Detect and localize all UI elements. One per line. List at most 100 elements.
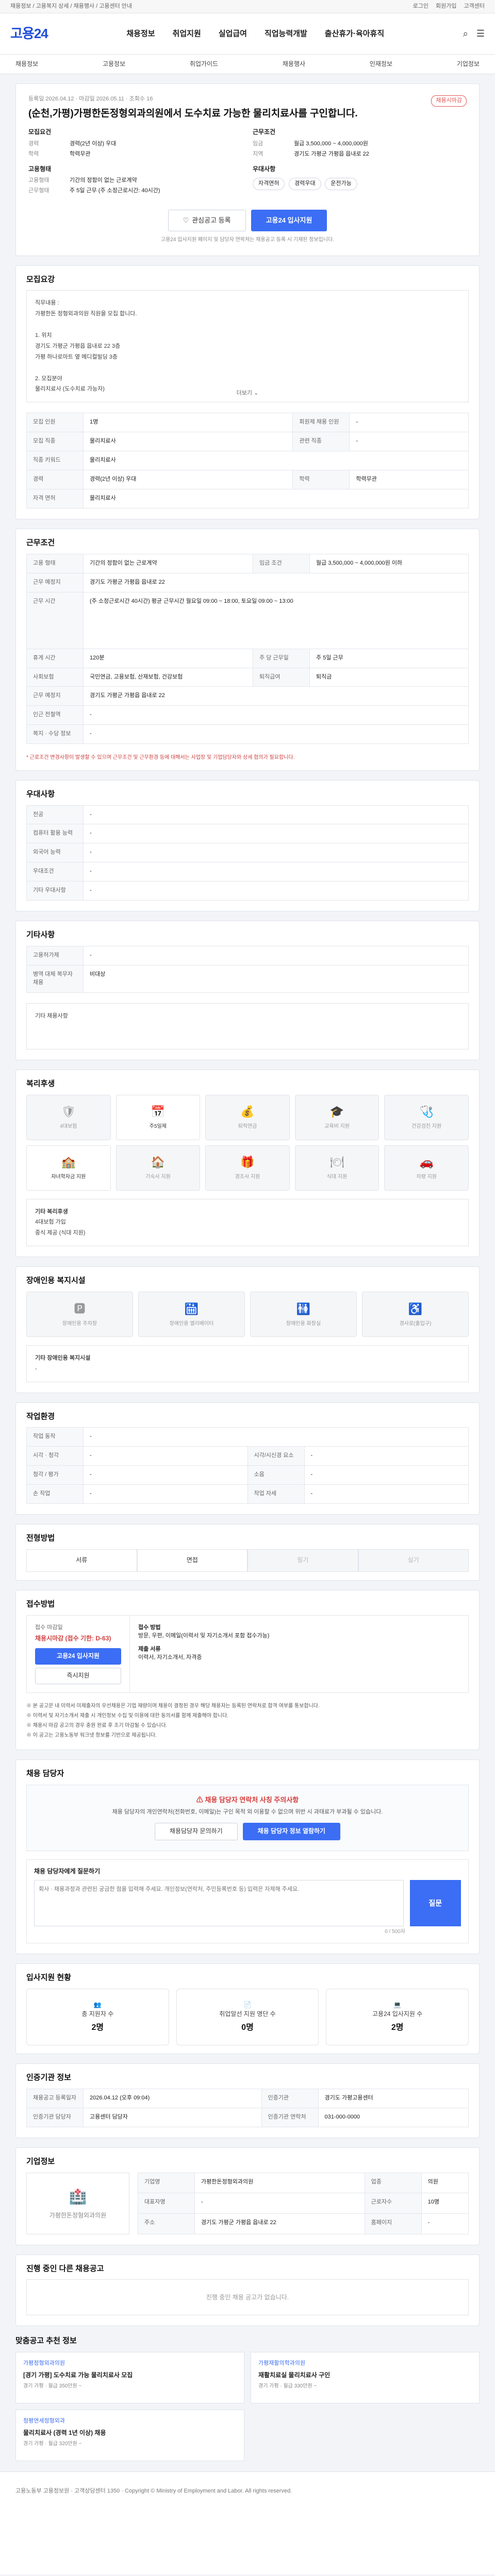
stat-label: 취업알선 지원 명단 수 <box>219 2010 276 2018</box>
section-title: 장애인용 복지시설 <box>26 1276 86 1285</box>
table-key: 퇴직급여 <box>253 667 310 687</box>
method-section: 전형방법 서류 면접 필기 실기 <box>15 1524 480 1581</box>
table-key: 시각/시신경 요소 <box>247 1446 305 1466</box>
section-title: 입사지원 현황 <box>26 1973 71 1982</box>
nav-item[interactable]: 채용정보 <box>126 28 155 40</box>
table-key: 근무 예정지 <box>26 686 84 706</box>
conditions-table: 고용 형태 기간의 정함이 없는 근로계약 임금 조건 월급 3,500,000 ~ … <box>26 553 469 744</box>
subnav-item[interactable]: 고용정보 <box>103 60 125 69</box>
signup-link[interactable]: 회원가입 <box>436 3 456 11</box>
table-row: 전공 - <box>26 805 469 825</box>
rec-company: 청평연세정형외과 <box>23 2418 65 2425</box>
table-key: 관련 직종 <box>292 432 350 452</box>
search-icon[interactable]: ⌕ <box>463 27 468 40</box>
recommend-card[interactable]: 가평재활의학과의원 재활치료실 물리치료사 구인 경기 가평 · 월급 330만원 … <box>251 2352 480 2404</box>
login-link[interactable]: 로그인 <box>413 3 428 11</box>
subnav-item[interactable]: 채용정보 <box>15 60 38 69</box>
welfare-section: 복리후생 🛡 4대보험 📅 주5일제 💰 퇴직연금 🎓 교육비 지원 🩺 건강검진 지원 🏫 자녀학자… <box>15 1069 480 1258</box>
inquiry-label: 채용 담당자에게 질문하기 <box>34 1867 101 1875</box>
quick-apply-button[interactable]: 즉시지원 <box>35 1668 121 1685</box>
welfare-item: 🎁 경조사 지원 <box>205 1145 290 1191</box>
welfare-grid: 🛡 4대보험 📅 주5일제 💰 퇴직연금 🎓 교육비 지원 🩺 건강검진 지원 🏫 자녀학자금 지원 🏠… <box>16 1094 479 1199</box>
table-value: - <box>421 2213 469 2234</box>
footer-text: 고용노동부 고용정보원 · 고객상담센터 1350 · Copyright © … <box>15 2488 292 2495</box>
contact-manager-button[interactable]: 채용담당자 문의하기 <box>154 1822 238 1840</box>
apply-button-secondary[interactable]: 고용24 입사지원 <box>35 1648 121 1665</box>
stat-label: 고용24 입사지원 수 <box>372 2010 423 2018</box>
save-job-button[interactable]: ♡ 관심공고 등록 <box>168 210 246 232</box>
disability-item: 🛗 장애인용 엘리베이터 <box>138 1291 245 1337</box>
subnav-item[interactable]: 기업정보 <box>457 60 480 69</box>
subnav-item[interactable]: 채용행사 <box>283 60 305 69</box>
rec-meta: 경기 가평 · 월급 350만원 ~ <box>23 2383 82 2389</box>
table-value: - <box>83 1427 469 1447</box>
welfare-extra-title: 기타 복리후생 <box>35 1208 68 1215</box>
other-extra-label: 기타 채용사항 <box>35 1012 68 1019</box>
welfare-extra-box: 기타 복리후생 4대보험 가입 중식 제공 (식대 지원) <box>26 1198 469 1247</box>
table-key: 작업 동작 <box>26 1427 84 1447</box>
kv-value: 경력(2년 이상) 우대 <box>70 140 117 147</box>
welfare-icon: 🎁 <box>240 1156 255 1169</box>
top-utility-bar: 채용정보 / 고용복지 상세 / 채용행사 / 고용센터 안내 로그인 회원가입… <box>0 0 495 13</box>
section-title: 기업정보 <box>26 2157 55 2166</box>
disability-item: 🅿 장애인용 주차장 <box>26 1291 133 1337</box>
nav-item[interactable]: 출산휴가·육아휴직 <box>325 28 384 40</box>
more-label: 더보기 <box>236 390 253 397</box>
apply-notes: ※ 본 공고문 내 이력서 미제출자의 우선채용은 기업 재량이며 채용이 결정… <box>16 1701 479 1750</box>
subnav-item[interactable]: 인재정보 <box>370 60 392 69</box>
accessibility-icon: ♿ <box>408 1302 423 1315</box>
disability-label: 경사로(출입구) <box>399 1320 432 1327</box>
table-value: - <box>83 862 469 882</box>
table-value: 경기도 가평군 가평읍 읍내로 22 <box>83 686 469 706</box>
apply-note-line: ※ 본 공고문 내 이력서 미제출자의 우선채용은 기업 재량이며 채용이 결정… <box>26 1703 320 1709</box>
welfare-item: 🩺 건강검진 지원 <box>384 1094 469 1140</box>
menu-icon[interactable]: ☰ <box>476 27 485 40</box>
apply-button[interactable]: 고용24 입사지원 <box>251 210 327 232</box>
preference-pill: 경력우대 <box>289 178 321 191</box>
help-link[interactable]: 고객센터 <box>464 3 485 11</box>
table-row: 시각 · 청각 - 시각/시신경 요소 - <box>26 1446 469 1466</box>
recommend-card[interactable]: 청평연세정형외과 물리치료사 (경력 1년 이상) 채용 경기 가평 · 월급 32… <box>15 2410 244 2462</box>
topbar-left: 채용정보 / 고용복지 상세 / 채용행사 / 고용센터 안내 <box>10 3 133 9</box>
welfare-label: 자녀학자금 지원 <box>51 1174 86 1180</box>
table-value: - <box>83 1446 248 1466</box>
inquiry-textarea[interactable] <box>34 1879 404 1926</box>
laptop-icon: 💻 <box>393 2001 402 2009</box>
table-key: 회원제 채용 인원 <box>292 413 350 433</box>
kv-key: 근무형태 <box>28 188 50 194</box>
welfare-item: 🛡 4대보험 <box>26 1094 111 1140</box>
method-document: 서류 <box>26 1549 137 1572</box>
table-key: 사회보험 <box>26 667 84 687</box>
welfare-label: 건강검진 지원 <box>411 1124 442 1130</box>
table-row: 외국어 능력 - <box>26 843 469 863</box>
nav-item[interactable]: 실업급여 <box>219 28 247 40</box>
welfare-label: 차량 지원 <box>416 1174 437 1180</box>
nav-item[interactable]: 직업능력개발 <box>265 28 307 40</box>
preference-table: 전공 - 컴퓨터 활용 능력 - 외국어 능력 - 우대조건 - 기타 우대사항 - <box>26 805 469 901</box>
view-manager-button[interactable]: 채용 담당자 정보 열람하기 <box>242 1822 341 1840</box>
kv-key: 경력 <box>28 140 39 147</box>
site-logo[interactable]: 고용24 <box>10 24 48 44</box>
send-question-button[interactable]: 질문 <box>409 1879 461 1926</box>
table-key: 주소 <box>138 2213 195 2234</box>
section-title: 근무조건 <box>26 538 55 547</box>
table-value: 120분 <box>82 648 254 668</box>
more-button[interactable]: 더보기 ⌄ <box>237 388 259 399</box>
recommend-card[interactable]: 가평정형외과의원 [경기 가평] 도수치료 가능 물리치료사 모집 경기 가평 · … <box>15 2352 244 2404</box>
table-row: 자격 면허 물리치료사 <box>26 489 469 509</box>
table-value: - <box>83 843 469 863</box>
welfare-icon: 🍽 <box>329 1156 344 1169</box>
kv-value: 학력무관 <box>70 150 91 157</box>
desc-line: 1. 위치 <box>35 332 52 338</box>
subnav-item[interactable]: 취업가이드 <box>190 60 218 69</box>
welfare-extra-line: 중식 제공 (식대 지원) <box>35 1230 86 1236</box>
table-key: 인근 전철역 <box>26 705 84 725</box>
deadline-label: 접수 마감일 <box>35 1624 63 1631</box>
stat-value: 0명 <box>241 2023 254 2032</box>
table-value: 경기도 가평군 가평읍 읍내로 22 <box>194 2213 365 2234</box>
table-row: 복지 · 수당 정보 - <box>26 724 469 744</box>
nav-item[interactable]: 취업지원 <box>173 28 201 40</box>
table-key: 손 작업 <box>26 1484 84 1504</box>
desc-line <box>35 363 460 374</box>
table-value: 주 5일 근무 <box>309 648 469 668</box>
